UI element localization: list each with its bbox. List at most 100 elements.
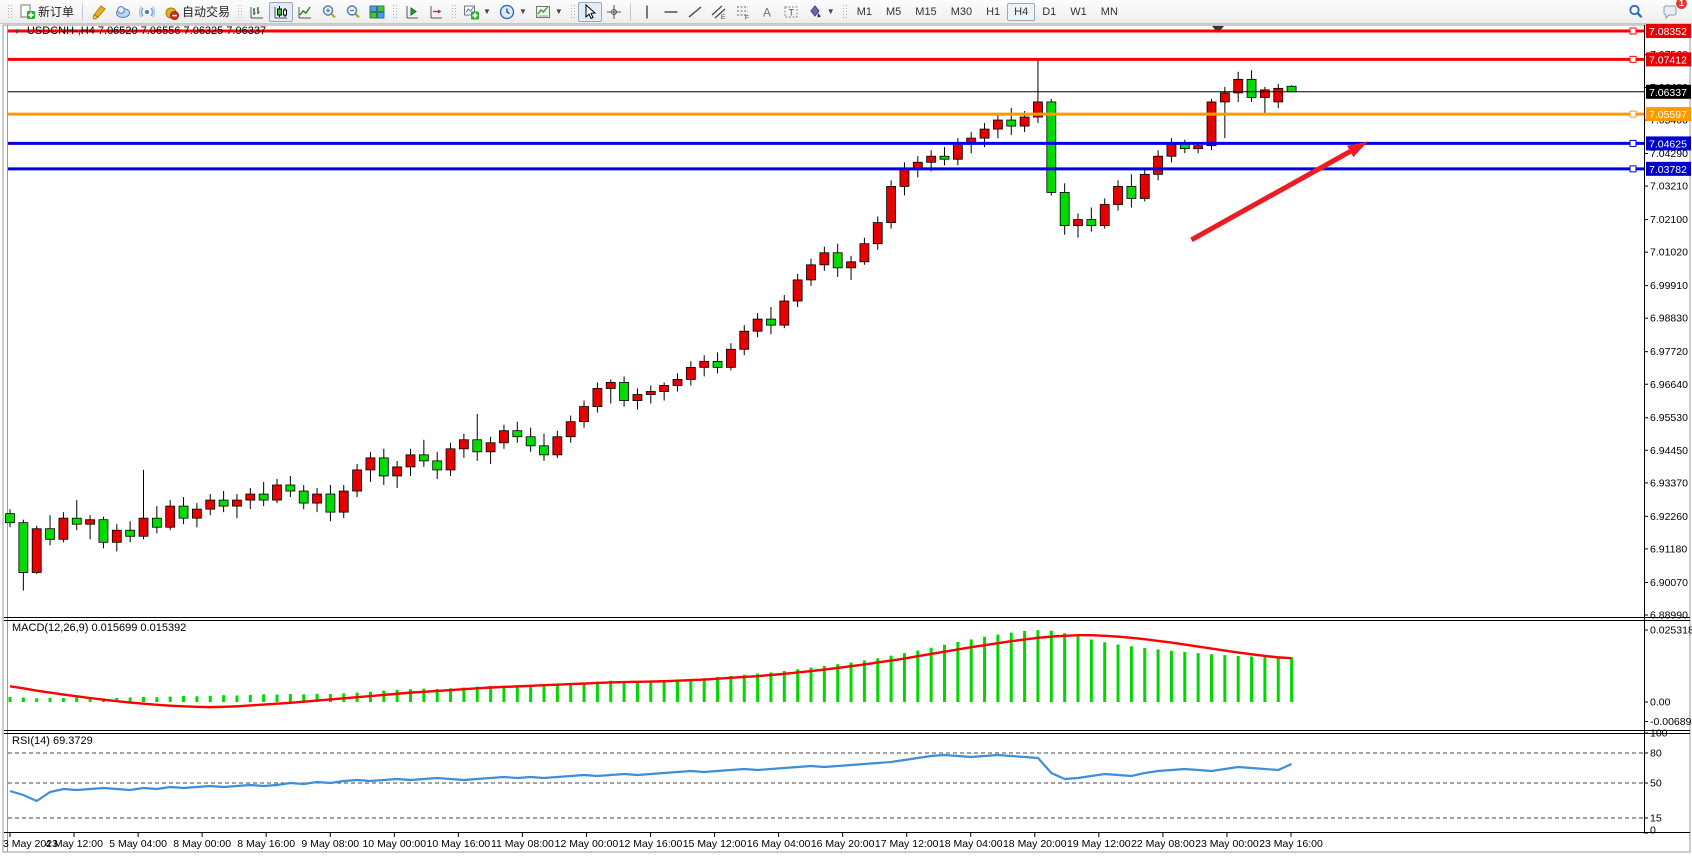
trend-arrow-shaft[interactable]: [1191, 151, 1350, 239]
fibonacci-button[interactable]: F: [731, 2, 755, 22]
price-badge-label: 7.07412: [1649, 54, 1687, 66]
line-handle[interactable]: [1630, 56, 1636, 62]
price-tick-label: 7.03210: [1650, 181, 1688, 193]
toolbar-grip[interactable]: [842, 4, 847, 20]
indicators-dropdown[interactable]: ▼: [531, 2, 567, 22]
notifications-button[interactable]: 1: [1658, 2, 1682, 22]
zoom-out-button[interactable]: [341, 2, 365, 22]
rsi-tick-label: 50: [1650, 778, 1662, 790]
search-button[interactable]: [1624, 2, 1648, 22]
text-button[interactable]: A: [755, 2, 779, 22]
styler-button[interactable]: [87, 2, 111, 22]
crosshair-icon: [606, 4, 622, 20]
autotrading-button[interactable]: 自动交易: [159, 2, 234, 22]
notification-badge: 1: [1675, 0, 1688, 10]
toolbar-grip[interactable]: [451, 4, 456, 20]
candle-up: [553, 437, 562, 455]
candlestick-button[interactable]: [269, 2, 293, 22]
zoom-in-button[interactable]: [317, 2, 341, 22]
line-handle[interactable]: [1630, 140, 1636, 146]
candle-up: [580, 407, 589, 422]
time-tick-label: 8 May 00:00: [173, 838, 231, 850]
candle-up: [847, 262, 856, 268]
timeframe-w1-button[interactable]: W1: [1063, 3, 1094, 21]
tile-windows-button[interactable]: [365, 2, 389, 22]
auto-scroll-button[interactable]: [400, 2, 424, 22]
candle-down: [99, 520, 108, 543]
rsi-name: RSI(14): [12, 735, 50, 747]
signals-button[interactable]: [135, 2, 159, 22]
line-chart-button[interactable]: [293, 2, 317, 22]
price-tick-label: 6.98830: [1650, 313, 1688, 325]
crosshair-button[interactable]: [602, 2, 626, 22]
periods-dropdown[interactable]: ▼: [495, 2, 531, 22]
candle-down: [1287, 86, 1296, 92]
toolbar-grip[interactable]: [237, 4, 242, 20]
toolbar-grip[interactable]: [392, 4, 397, 20]
time-tick-label: 15 May 12:00: [683, 838, 747, 850]
candle-up: [566, 422, 575, 437]
channel-button[interactable]: E: [707, 2, 731, 22]
candle-down: [1007, 120, 1016, 126]
metaeditor-button[interactable]: [111, 2, 135, 22]
candle-down: [1087, 220, 1096, 226]
timeframe-mn-button[interactable]: MN: [1094, 3, 1125, 21]
time-tick-label: 9 May 08:00: [301, 838, 359, 850]
toolbar-grip[interactable]: [570, 4, 575, 20]
candle-down: [126, 530, 135, 536]
chart-canvas[interactable]: 7.075687.064807.054007.042907.032107.021…: [0, 0, 1692, 857]
candle-up: [820, 253, 829, 265]
new-chart-dropdown[interactable]: ▼: [459, 2, 495, 22]
candle-down: [513, 431, 522, 437]
candle-down: [152, 518, 161, 527]
vertical-line-button[interactable]: [635, 2, 659, 22]
candle-down: [1060, 192, 1069, 225]
toolbar-grip[interactable]: [7, 4, 12, 20]
label-button[interactable]: T: [779, 2, 803, 22]
candle-up: [873, 223, 882, 244]
new-order-button[interactable]: 新订单: [15, 2, 78, 22]
timeframe-m30-button[interactable]: M30: [944, 3, 979, 21]
trendline-button[interactable]: [683, 2, 707, 22]
price-tick-label: 6.88990: [1650, 610, 1688, 622]
chevron-down-icon: ▼: [519, 7, 527, 16]
timeframe-m15-button[interactable]: M15: [908, 3, 943, 21]
candle-down: [259, 494, 268, 500]
cursor-button[interactable]: [578, 2, 602, 22]
timeframe-h1-button[interactable]: H1: [979, 3, 1007, 21]
candle-down: [713, 361, 722, 367]
candle-up: [593, 388, 602, 406]
price-tick-label: 6.97720: [1650, 346, 1688, 358]
time-tick-label: 23 May 16:00: [1259, 838, 1323, 850]
time-tick-label: 23 May 00:00: [1195, 838, 1259, 850]
line-handle[interactable]: [1630, 166, 1636, 172]
candle-up: [953, 144, 962, 159]
svg-text:A: A: [763, 5, 771, 19]
candle-down: [379, 458, 388, 476]
timeframe-h4-button[interactable]: H4: [1007, 3, 1035, 21]
timeframe-d1-button[interactable]: D1: [1035, 3, 1063, 21]
price-tick-label: 6.95530: [1650, 412, 1688, 424]
signals-icon: [139, 4, 155, 20]
line-handle[interactable]: [1630, 28, 1636, 34]
bar-chart-button[interactable]: [245, 2, 269, 22]
chart-title: ▼ USDCNH-,H4 7.06520 7.06556 7.06325 7.0…: [13, 25, 266, 37]
time-tick-label: 12 May 00:00: [555, 838, 619, 850]
rsi-tick-label: 15: [1650, 813, 1662, 825]
candle-down: [526, 437, 535, 446]
svg-text:E: E: [721, 15, 725, 20]
candle-up: [1274, 88, 1283, 102]
chart-shift-button[interactable]: [424, 2, 448, 22]
candle-up: [660, 385, 669, 391]
timeframe-m1-button[interactable]: M1: [850, 3, 879, 21]
time-tick-label: 18 May 04:00: [939, 838, 1003, 850]
candle-down: [46, 529, 55, 540]
arrows-dropdown[interactable]: ▼: [803, 2, 839, 22]
vertical-line-icon: [639, 4, 655, 20]
line-handle[interactable]: [1630, 111, 1636, 117]
timeframe-m5-button[interactable]: M5: [879, 3, 908, 21]
horizontal-line-button[interactable]: [659, 2, 683, 22]
candle-up: [446, 449, 455, 470]
price-tick-label: 6.99910: [1650, 280, 1688, 292]
candle-up: [686, 367, 695, 379]
